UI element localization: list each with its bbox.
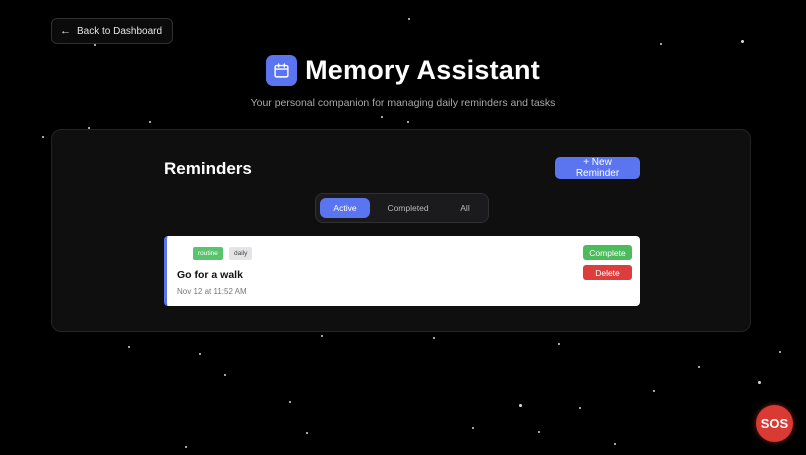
star bbox=[407, 121, 409, 123]
star bbox=[741, 40, 744, 43]
star bbox=[149, 121, 151, 123]
star bbox=[185, 446, 187, 448]
delete-button[interactable]: Delete bbox=[583, 265, 632, 280]
star bbox=[758, 381, 761, 384]
page-subtitle: Your personal companion for managing dai… bbox=[250, 97, 556, 109]
star bbox=[698, 366, 700, 368]
star bbox=[538, 431, 540, 433]
star bbox=[779, 351, 781, 353]
reminder-time: Nov 12 at 11:52 AM bbox=[177, 287, 247, 296]
star bbox=[128, 346, 130, 348]
arrow-left-icon: ← bbox=[60, 24, 71, 37]
sos-button[interactable]: SOS bbox=[756, 405, 793, 442]
star bbox=[519, 404, 522, 407]
page-title: Memory Assistant bbox=[305, 55, 540, 85]
star bbox=[558, 343, 560, 345]
reminders-panel: Reminders + New Reminder Active Complete… bbox=[51, 129, 751, 332]
star bbox=[306, 432, 308, 434]
reminder-card: routine daily Go for a walk Nov 12 at 11… bbox=[164, 236, 640, 306]
filter-tabs: Active Completed All bbox=[315, 193, 489, 223]
section-title: Reminders bbox=[164, 159, 252, 178]
star bbox=[289, 401, 291, 403]
tab-all[interactable]: All bbox=[446, 198, 484, 218]
new-reminder-button[interactable]: + New Reminder bbox=[555, 157, 640, 179]
star bbox=[224, 374, 226, 376]
star bbox=[381, 116, 383, 118]
star bbox=[653, 390, 655, 392]
complete-button[interactable]: Complete bbox=[583, 245, 632, 260]
star bbox=[321, 335, 323, 337]
star bbox=[472, 427, 474, 429]
star bbox=[614, 443, 616, 445]
tab-active[interactable]: Active bbox=[320, 198, 370, 218]
tag-routine: routine bbox=[193, 247, 223, 260]
star bbox=[408, 18, 410, 20]
back-to-dashboard-button[interactable]: ← Back to Dashboard bbox=[51, 18, 174, 44]
tab-completed[interactable]: Completed bbox=[374, 198, 442, 218]
page-header: Memory Assistant bbox=[0, 55, 806, 86]
calendar-icon bbox=[266, 55, 298, 86]
star bbox=[42, 136, 44, 138]
star bbox=[433, 337, 435, 339]
reminder-title: Go for a walk bbox=[177, 269, 243, 281]
tag-daily: daily bbox=[229, 247, 253, 260]
star bbox=[579, 407, 581, 409]
back-button-label: Back to Dashboard bbox=[77, 25, 163, 37]
star bbox=[660, 43, 662, 45]
star bbox=[199, 353, 201, 355]
star bbox=[94, 44, 96, 46]
